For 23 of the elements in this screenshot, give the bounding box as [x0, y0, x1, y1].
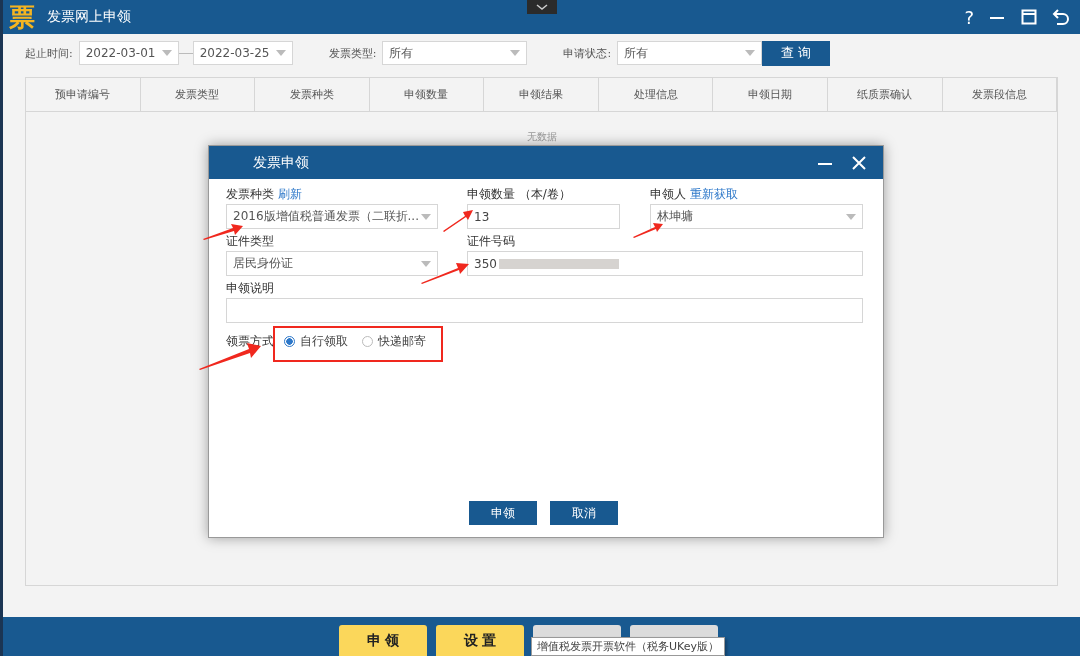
invoice-type-label: 发票类型: — [328, 45, 377, 61]
column-header: 预申请编号 — [26, 78, 141, 111]
tooltip: 增值税发票开票软件（税务UKey版） — [531, 637, 725, 656]
field-label: 证件号码 — [467, 234, 515, 248]
column-header: 发票段信息 — [942, 78, 1058, 111]
field-label: 申领人 — [650, 187, 686, 201]
column-header: 申领数量 — [369, 78, 485, 111]
column-header: 发票类型 — [140, 78, 256, 111]
empty-message: 无数据 — [526, 130, 557, 144]
dialog-title: 发票申领 — [253, 153, 309, 172]
field-label: 证件类型 — [226, 234, 274, 248]
status-label: 申请状态: — [563, 45, 612, 61]
window-title: 发票网上申领 — [47, 8, 131, 26]
field-label: 申领数量 （本/卷） — [467, 187, 571, 201]
column-header: 申领日期 — [713, 78, 828, 111]
app-logo-icon: 票 — [9, 2, 35, 32]
column-header: 处理信息 — [598, 78, 714, 111]
column-header: 发票种类 — [255, 78, 370, 111]
column-header: 纸质票确认 — [827, 78, 943, 111]
date-range-label: 起止时间: — [25, 45, 73, 61]
field-label: 申领说明 — [226, 281, 274, 295]
column-header: 申领结果 — [484, 78, 599, 111]
field-label: 发票种类 — [226, 187, 274, 201]
